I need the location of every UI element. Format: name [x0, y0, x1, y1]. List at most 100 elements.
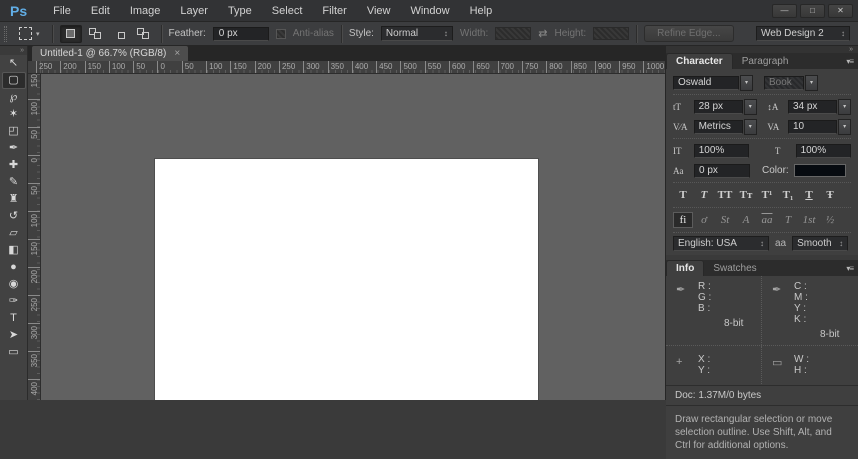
tab-paragraph[interactable]: Paragraph [733, 54, 798, 69]
crop-tool[interactable]: ◰ [2, 123, 26, 140]
font-family-field[interactable]: Oswald [673, 76, 739, 90]
horizontal-ruler[interactable]: 2502001501005005010015020025030035040045… [36, 61, 665, 73]
leading-dropdown[interactable]: ▾ [838, 99, 851, 115]
superscript-button[interactable]: T¹ [757, 187, 777, 203]
kerning-dropdown[interactable]: ▾ [744, 119, 757, 135]
faux-bold-button[interactable]: T [673, 187, 693, 203]
font-size-field[interactable]: 28 px [694, 100, 743, 114]
maximize-button[interactable]: □ [800, 4, 825, 18]
vertical-scale-field[interactable]: 100% [694, 144, 749, 158]
document-tab[interactable]: Untitled-1 @ 66.7% (RGB/8) × [32, 46, 188, 61]
add-to-selection-button[interactable] [84, 25, 106, 43]
discretionary-ligatures-button[interactable]: St [715, 212, 735, 228]
collapse-tools-icon[interactable]: » [0, 46, 27, 55]
small-caps-button[interactable]: Tᴛ [736, 187, 756, 203]
type-tool[interactable]: T [2, 310, 26, 327]
text-color-swatch[interactable] [794, 164, 846, 177]
titling-alternates-button[interactable]: T [778, 212, 798, 228]
contextual-alternates-button[interactable]: ơ [694, 212, 714, 228]
menu-item[interactable]: Layer [170, 5, 218, 17]
eyedropper-tool[interactable]: ✒ [2, 140, 26, 157]
horizontal-scale-icon: T [775, 146, 796, 156]
menu-item[interactable]: Help [460, 5, 503, 17]
tracking-dropdown[interactable]: ▾ [838, 119, 851, 135]
tab-swatches[interactable]: Swatches [704, 261, 765, 276]
language-select[interactable]: English: USA ↕ [673, 236, 769, 251]
menu-item[interactable]: View [357, 5, 401, 17]
ruler-tick-label: 100 [109, 61, 133, 73]
panel-menu-icon[interactable]: ▾≡ [841, 57, 858, 69]
horizontal-scale-field[interactable]: 100% [796, 144, 851, 158]
close-tab-icon[interactable]: × [174, 48, 180, 59]
ruler-tick-label: 300 [303, 61, 327, 73]
ruler-tick-label: 500 [400, 61, 424, 73]
leading-field[interactable]: 34 px [788, 100, 837, 114]
blur-tool[interactable]: ● [2, 259, 26, 276]
fractions-button[interactable]: ½ [820, 212, 840, 228]
panel-menu-icon[interactable]: ▾≡ [841, 264, 858, 276]
faux-italic-button[interactable]: T [694, 187, 714, 203]
anti-aliasing-select[interactable]: Smooth ↕ [792, 236, 848, 251]
style-select[interactable]: Normal ↕ [381, 26, 453, 41]
rectangular-marquee-tool[interactable]: ▢ [2, 72, 26, 89]
options-bar-grip[interactable] [4, 26, 7, 42]
collapse-panels-icon[interactable]: » [666, 46, 858, 53]
swap-dimensions-icon[interactable]: ⇄ [538, 27, 547, 40]
brush-tool[interactable]: ✎ [2, 174, 26, 191]
feather-input[interactable] [213, 27, 269, 41]
baseline-shift-field[interactable]: 0 px [694, 164, 750, 178]
tracking-field[interactable]: 10 [788, 120, 837, 134]
rectangle-tool[interactable]: ▭ [2, 344, 26, 361]
ordinals-button[interactable]: 1st [799, 212, 819, 228]
ligatures-button[interactable]: fi [673, 212, 693, 228]
canvas[interactable] [155, 159, 538, 400]
tab-character[interactable]: Character [666, 53, 733, 69]
close-button[interactable]: ✕ [828, 4, 853, 18]
move-tool[interactable]: ↖ [2, 55, 26, 72]
subtract-from-selection-button[interactable] [108, 25, 130, 43]
vertical-ruler[interactable]: 15010050050100150200250300350400450 [28, 74, 41, 400]
tool-hint-text: Draw rectangular selection or move selec… [666, 406, 858, 459]
eraser-tool[interactable]: ▱ [2, 225, 26, 242]
subscript-button[interactable]: T₁ [778, 187, 798, 203]
menu-item[interactable]: Edit [81, 5, 120, 17]
stylistic-alternates-button[interactable]: aa [757, 212, 777, 228]
clone-stamp-tool[interactable]: ♜ [2, 191, 26, 208]
tab-info[interactable]: Info [666, 260, 704, 276]
swash-button[interactable]: A [736, 212, 756, 228]
menu-item[interactable]: Filter [312, 5, 356, 17]
font-size-dropdown[interactable]: ▾ [744, 99, 757, 115]
menu-item[interactable]: Window [400, 5, 459, 17]
ruler-tick-label: 800 [546, 61, 570, 73]
baseline-shift-icon: Aa [673, 166, 694, 176]
underline-button[interactable]: T [799, 187, 819, 203]
history-brush-tool[interactable]: ↺ [2, 208, 26, 225]
new-selection-button[interactable] [60, 25, 82, 43]
all-caps-button[interactable]: TT [715, 187, 735, 203]
height-input [593, 27, 629, 40]
leading-icon: ↕A [767, 102, 788, 112]
healing-brush-tool[interactable]: ✚ [2, 157, 26, 174]
gradient-tool[interactable]: ◧ [2, 242, 26, 259]
ruler-tick-label: 350 [28, 351, 40, 379]
menu-item[interactable]: Type [218, 5, 262, 17]
menu-item[interactable]: Image [120, 5, 171, 17]
lasso-tool[interactable]: ℘ [2, 89, 26, 106]
ruler-tick-label: 200 [255, 61, 279, 73]
tool-preset-picker[interactable]: ▾ [14, 25, 45, 42]
dodge-tool[interactable]: ◉ [2, 276, 26, 293]
workspace-select[interactable]: Web Design 2 ↕ [756, 26, 850, 41]
minimize-button[interactable]: — [772, 4, 797, 18]
menu-item[interactable]: Select [262, 5, 313, 17]
kerning-field[interactable]: Metrics [694, 120, 743, 134]
path-selection-tool[interactable]: ➤ [2, 327, 26, 344]
strikethrough-button[interactable]: Ŧ [820, 187, 840, 203]
menu-item[interactable]: File [43, 5, 81, 17]
pen-tool[interactable]: ✑ [2, 293, 26, 310]
font-style-dropdown: ▾ [805, 75, 818, 91]
magic-wand-tool[interactable]: ✶ [2, 106, 26, 123]
ruler-tick-label: 0 [28, 155, 40, 183]
font-family-dropdown[interactable]: ▾ [740, 75, 753, 91]
intersect-selection-button[interactable] [132, 25, 154, 43]
anti-alias-checkbox[interactable] [276, 29, 286, 39]
